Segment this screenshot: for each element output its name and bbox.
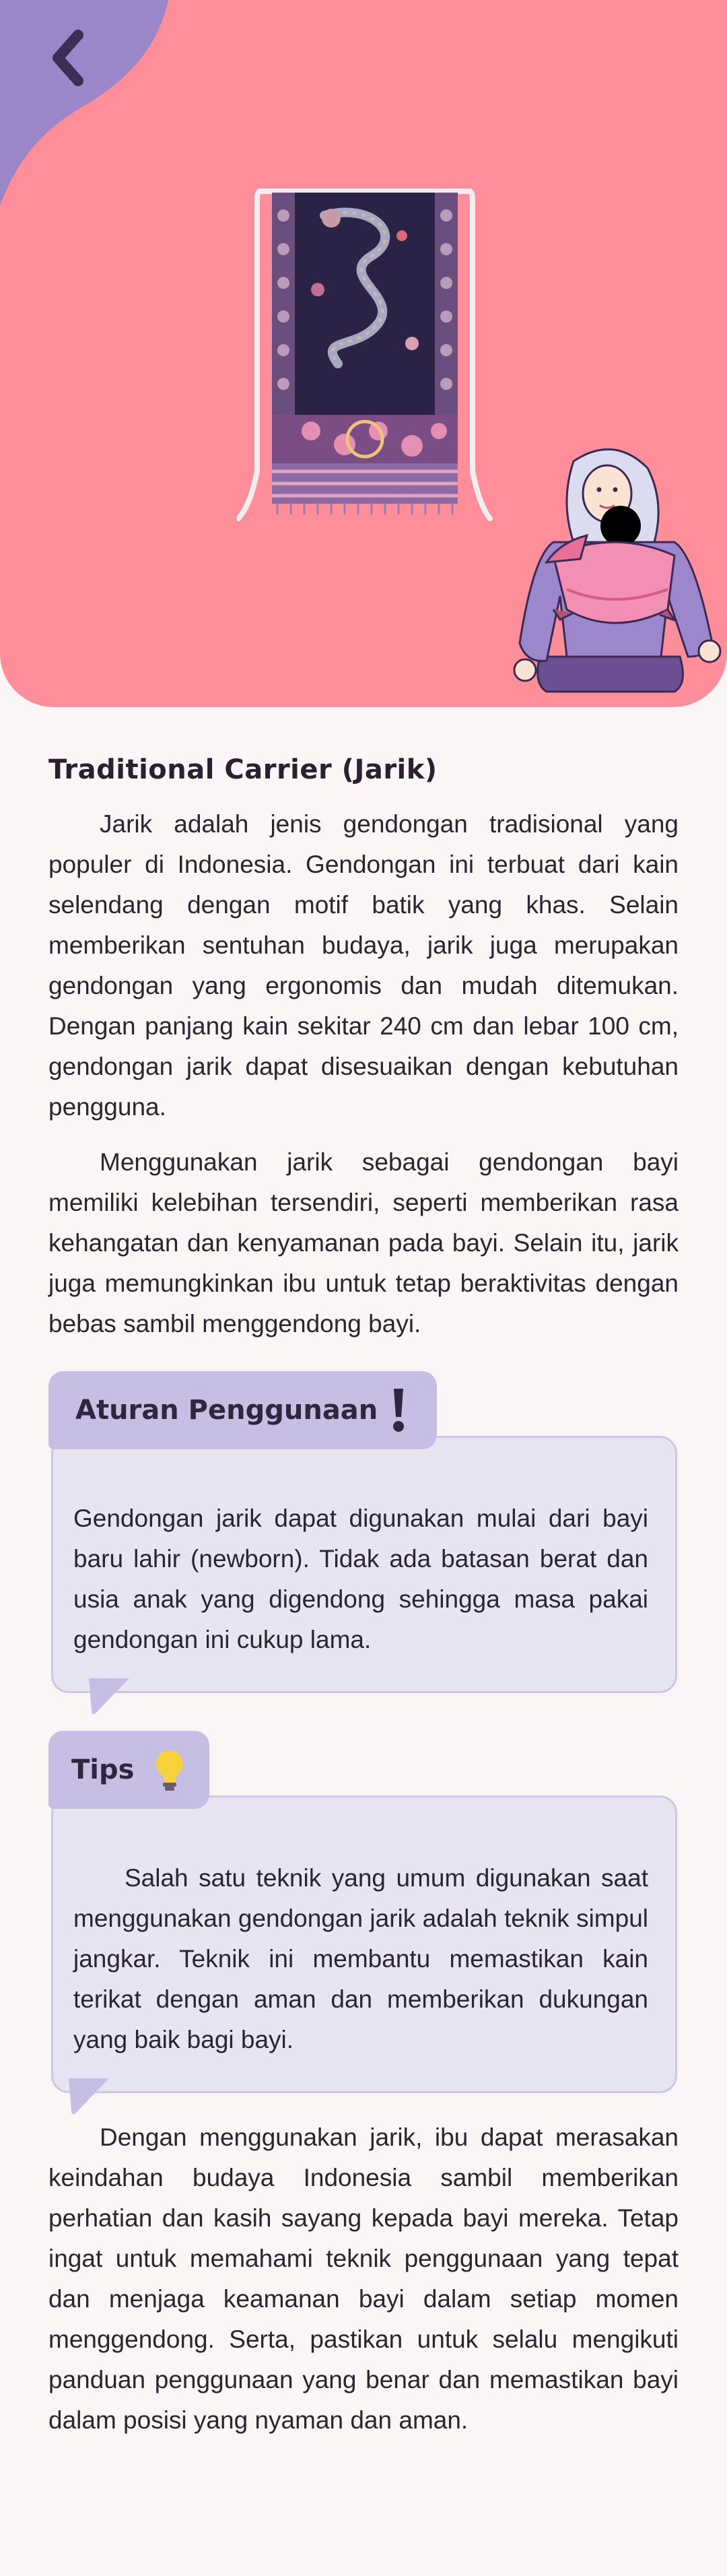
rules-box: Gendongan jarik dapat digunakan mulai da… bbox=[51, 1436, 677, 1693]
rules-card: Aturan Penggunaan Gendongan jarik dapat … bbox=[48, 1371, 679, 1715]
jarik-cloth-image bbox=[237, 189, 493, 521]
article-title: Traditional Carrier (Jarik) bbox=[48, 754, 438, 785]
chevron-left-icon bbox=[53, 30, 83, 86]
lightbulb-icon bbox=[156, 1750, 184, 1791]
tips-tab-tail bbox=[69, 2078, 109, 2115]
intro-paragraph: Jarik adalah jenis gendongan tradisional… bbox=[48, 810, 679, 1121]
exclamation-icon bbox=[393, 1389, 405, 1432]
tips-text: Salah satu teknik yang umum digunakan sa… bbox=[73, 1864, 648, 2053]
back-button[interactable] bbox=[35, 24, 100, 92]
tips-tab: Tips bbox=[48, 1731, 210, 1809]
tips-label: Tips bbox=[71, 1754, 135, 1785]
tips-card: Tips Salah satu teknik yang umum digunak… bbox=[48, 1731, 679, 2115]
benefit-paragraph: Menggunakan jarik sebagai gendongan bayi… bbox=[48, 1148, 679, 1337]
rules-tab-tail bbox=[89, 1678, 129, 1715]
closing-paragraph: Dengan menggunakan jarik, ibu dapat mera… bbox=[48, 2123, 679, 2434]
mother-with-baby-illustration bbox=[513, 448, 722, 693]
hero-banner bbox=[0, 0, 727, 707]
rules-tab: Aturan Penggunaan bbox=[48, 1371, 438, 1449]
tips-box: Salah satu teknik yang umum digunakan sa… bbox=[51, 1795, 677, 2093]
rules-label: Aturan Penggunaan bbox=[75, 1395, 378, 1426]
rules-text: Gendongan jarik dapat digunakan mulai da… bbox=[73, 1505, 648, 1653]
article-content: Traditional Carrier (Jarik) Jarik adalah… bbox=[48, 754, 679, 2441]
